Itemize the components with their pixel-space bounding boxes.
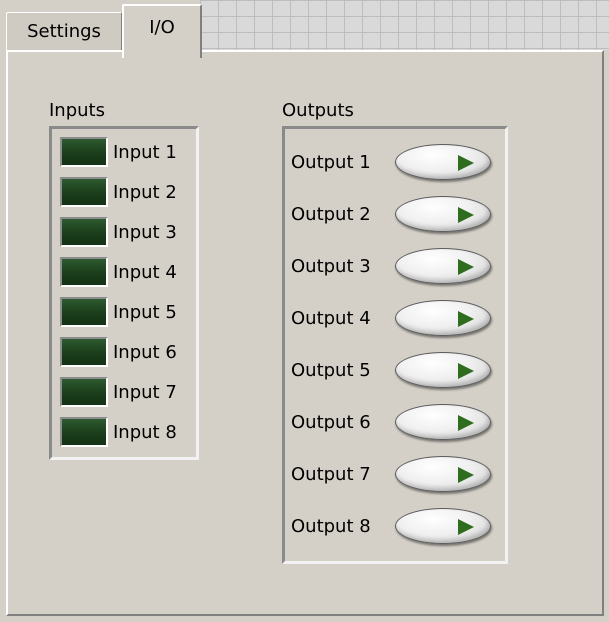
output-3-label: Output 3: [291, 255, 371, 277]
input-3-led: [60, 217, 108, 247]
input-6-led: [60, 337, 108, 367]
play-arrow-icon: [458, 415, 474, 431]
output-row-2: Output 2: [291, 189, 491, 239]
input-8-led: [60, 417, 108, 447]
input-row-8: Input 8: [60, 415, 177, 449]
input-row-4: Input 4: [60, 255, 177, 289]
output-row-6: Output 6: [291, 397, 491, 447]
tab-settings[interactable]: Settings: [6, 12, 122, 50]
output-5-toggle-button[interactable]: [395, 352, 491, 388]
output-7-label: Output 7: [291, 463, 371, 485]
output-row-5: Output 5: [291, 345, 491, 395]
output-1-toggle-button[interactable]: [395, 144, 491, 180]
input-3-label: Input 3: [113, 221, 177, 243]
inputs-title: Inputs: [49, 100, 105, 121]
input-8-label: Input 8: [113, 421, 177, 443]
input-7-label: Input 7: [113, 381, 177, 403]
output-2-label: Output 2: [291, 203, 371, 225]
input-2-label: Input 2: [113, 181, 177, 203]
input-4-led: [60, 257, 108, 287]
play-arrow-icon: [458, 207, 474, 223]
output-1-label: Output 1: [291, 151, 371, 173]
input-4-label: Input 4: [113, 261, 177, 283]
output-3-toggle-button[interactable]: [395, 248, 491, 284]
input-row-3: Input 3: [60, 215, 177, 249]
tab-io[interactable]: I/O: [122, 4, 202, 58]
input-row-2: Input 2: [60, 175, 177, 209]
output-6-label: Output 6: [291, 411, 371, 433]
io-tab-panel: Inputs Input 1 Input 2 Input 3 Input 4 I…: [6, 50, 604, 616]
output-row-7: Output 7: [291, 449, 491, 499]
output-2-toggle-button[interactable]: [395, 196, 491, 232]
output-8-toggle-button[interactable]: [395, 508, 491, 544]
play-arrow-icon: [458, 155, 474, 171]
input-5-led: [60, 297, 108, 327]
output-8-label: Output 8: [291, 515, 371, 537]
outputs-title: Outputs: [282, 100, 354, 121]
input-6-label: Input 6: [113, 341, 177, 363]
output-row-1: Output 1: [291, 137, 491, 187]
output-6-toggle-button[interactable]: [395, 404, 491, 440]
play-arrow-icon: [458, 519, 474, 535]
input-row-7: Input 7: [60, 375, 177, 409]
output-4-toggle-button[interactable]: [395, 300, 491, 336]
play-arrow-icon: [458, 467, 474, 483]
input-2-led: [60, 177, 108, 207]
input-row-6: Input 6: [60, 335, 177, 369]
inputs-cluster: Input 1 Input 2 Input 3 Input 4 Input 5 …: [49, 126, 199, 460]
input-1-led: [60, 137, 108, 167]
play-arrow-icon: [458, 259, 474, 275]
output-5-label: Output 5: [291, 359, 371, 381]
output-row-3: Output 3: [291, 241, 491, 291]
output-4-label: Output 4: [291, 307, 371, 329]
input-row-5: Input 5: [60, 295, 177, 329]
output-7-toggle-button[interactable]: [395, 456, 491, 492]
play-arrow-icon: [458, 363, 474, 379]
play-arrow-icon: [458, 311, 474, 327]
input-row-1: Input 1: [60, 135, 177, 169]
input-7-led: [60, 377, 108, 407]
output-row-8: Output 8: [291, 501, 491, 551]
input-1-label: Input 1: [113, 141, 177, 163]
input-5-label: Input 5: [113, 301, 177, 323]
output-row-4: Output 4: [291, 293, 491, 343]
outputs-cluster: Output 1 Output 2 Output 3 Output 4 Outp…: [282, 126, 508, 564]
